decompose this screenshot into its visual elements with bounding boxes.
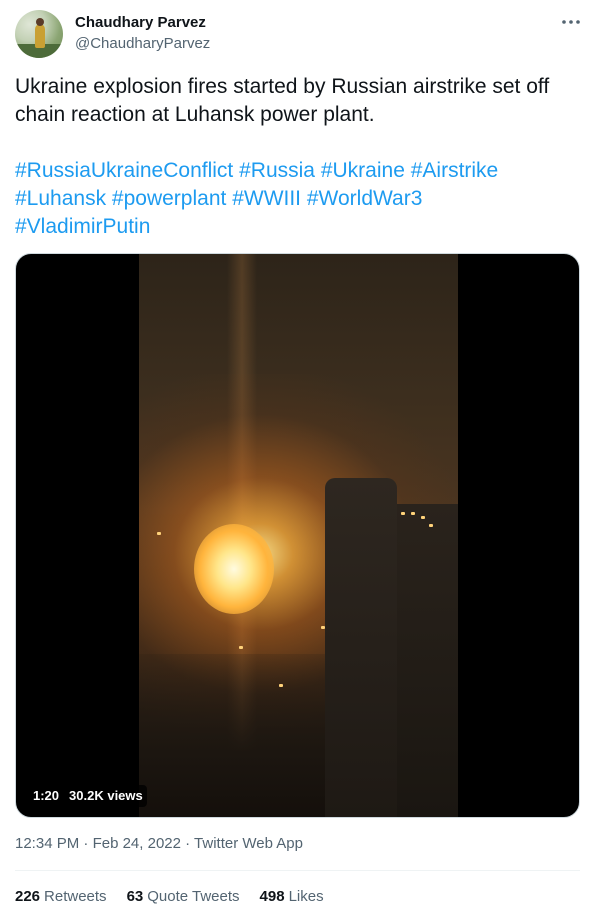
hashtag-link[interactable]: #Luhansk — [15, 187, 106, 210]
hashtag-link[interactable]: #RussiaUkraineConflict — [15, 159, 233, 182]
likes-label: Likes — [288, 888, 324, 905]
video-duration: 1:20 — [33, 788, 60, 803]
video-window-light — [429, 524, 433, 527]
author-handle[interactable]: @ChaudharyParvez — [75, 35, 210, 52]
tweet-header: Chaudhary Parvez @ChaudharyParvez — [15, 10, 580, 60]
video-frame — [139, 254, 458, 817]
tweet-time-link[interactable]: 12:34 PM · Feb 24, 2022 — [15, 835, 181, 852]
video-window-light — [411, 512, 415, 515]
likes-stat[interactable]: 498 Likes — [260, 888, 324, 905]
hashtag-link[interactable]: #WorldWar3 — [307, 187, 423, 210]
hashtag-link[interactable]: #WWIII — [232, 187, 301, 210]
tweet-date: Feb 24, 2022 — [92, 835, 181, 852]
tweet-meta: 12:34 PM · Feb 24, 2022 · Twitter Web Ap… — [15, 835, 303, 852]
hashtag-link[interactable]: #powerplant — [112, 187, 226, 210]
divider — [15, 870, 580, 871]
video-fire-core — [194, 524, 274, 614]
quote-tweets-count: 63 — [126, 888, 144, 905]
video-window-light — [239, 646, 243, 649]
more-dots-graphic — [562, 20, 580, 24]
video-building — [397, 504, 458, 817]
tweet-stats: 226 Retweets 63 Quote Tweets 498 Likes — [15, 888, 324, 905]
author-display-name[interactable]: Chaudhary Parvez — [75, 14, 206, 31]
tweet-time: 12:34 PM — [15, 835, 80, 852]
video-player[interactable]: 1:20 30.2K views — [15, 253, 580, 818]
tweet-hashtags: #RussiaUkraineConflict #Russia #Ukraine … — [15, 157, 580, 241]
video-window-light — [321, 626, 325, 629]
video-info-badge: 1:20 30.2K views — [29, 785, 147, 807]
hashtag-link[interactable]: #VladimirPutin — [15, 215, 150, 238]
meta-separator: · — [185, 835, 191, 852]
more-horizontal-icon[interactable] — [550, 12, 580, 32]
video-window-light — [401, 512, 405, 515]
meta-separator: · — [83, 835, 89, 852]
avatar-figure — [35, 24, 45, 48]
tweet-text: Ukraine explosion fires started by Russi… — [15, 75, 550, 126]
avatar[interactable] — [15, 10, 63, 58]
video-window-light — [279, 684, 283, 687]
hashtag-link[interactable]: #Russia — [239, 159, 315, 182]
tweet-source-link[interactable]: Twitter Web App — [194, 835, 303, 852]
quote-tweets-stat[interactable]: 63 Quote Tweets — [127, 888, 240, 905]
avatar-figure-head — [36, 18, 44, 26]
video-window-light — [421, 516, 425, 519]
retweets-count: 226 — [15, 888, 41, 905]
retweets-stat[interactable]: 226 Retweets — [15, 888, 107, 905]
video-window-light — [157, 532, 161, 535]
video-building — [325, 478, 397, 817]
retweets-label: Retweets — [44, 888, 107, 905]
hashtag-link[interactable]: #Ukraine — [321, 159, 405, 182]
video-view-count: 30.2K views — [69, 788, 143, 803]
quote-tweets-label: Quote Tweets — [147, 888, 240, 905]
hashtag-link[interactable]: #Airstrike — [411, 159, 499, 182]
likes-count: 498 — [259, 888, 285, 905]
